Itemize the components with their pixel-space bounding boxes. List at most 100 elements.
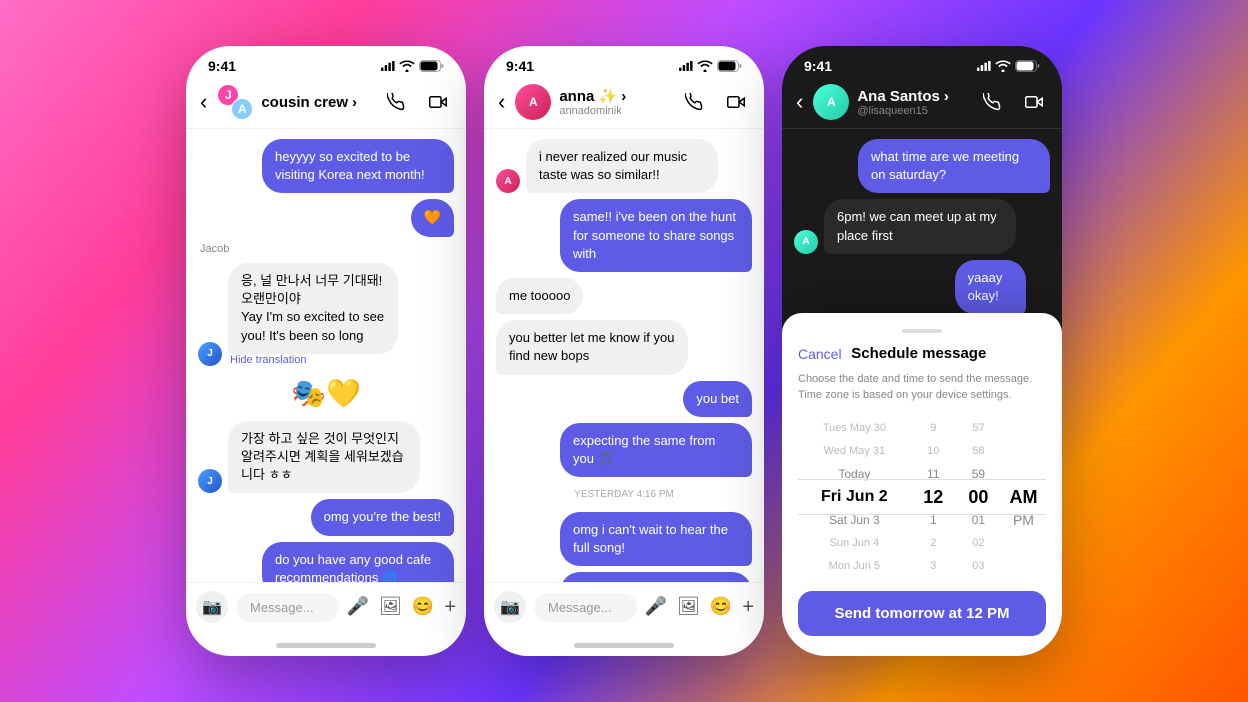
phone-call-button-2[interactable] [680, 88, 708, 116]
msg-row: you better let me know if you find new b… [496, 320, 752, 374]
sticker-icon-2[interactable]: 😊 [710, 596, 732, 619]
message-input-1[interactable]: Message... [236, 593, 339, 622]
add-icon-2[interactable]: + [742, 596, 754, 619]
mic-icon-2[interactable]: 🎤 [645, 596, 667, 619]
message-bubble: do you have any good cafe recommendation… [262, 542, 454, 582]
battery-icon-2 [717, 60, 742, 72]
picker-day-item[interactable]: Today [798, 463, 911, 486]
status-time-1: 9:41 [208, 58, 236, 74]
video-call-button-3[interactable] [1020, 88, 1048, 116]
picker-hour-item[interactable]: 1 [911, 508, 956, 531]
messages-1: heyyyy so excited to be visiting Korea n… [186, 129, 466, 582]
picker-hour-item[interactable]: 11 [911, 463, 956, 486]
status-time-3: 9:41 [804, 58, 832, 74]
send-schedule-button[interactable]: Send tomorrow at 12 PM [798, 591, 1046, 636]
picker-hour-item[interactable]: 2 [911, 531, 956, 554]
status-icons-2 [679, 60, 742, 72]
picker-min-item[interactable]: 59 [956, 463, 1001, 486]
wifi-icon-2 [697, 60, 713, 72]
status-time-2: 9:41 [506, 58, 534, 74]
picker-day-item[interactable]: Sun Jun 4 [798, 531, 911, 554]
avatar: A [794, 230, 818, 254]
picker-day-item[interactable]: Wed May 31 [798, 440, 911, 463]
picker-ampm-item[interactable] [1001, 440, 1046, 463]
wifi-icon-3 [995, 60, 1011, 72]
msg-row: JENNIE and Doechii is so sick [496, 572, 752, 582]
picker-day-item[interactable]: Sat Jun 3 [798, 508, 911, 531]
message-bubble: omg i can't wait to hear the full song! [560, 512, 752, 566]
video-call-button-1[interactable] [424, 88, 452, 116]
modal-description: Choose the date and time to send the mes… [798, 372, 1046, 403]
picker-day-item-selected[interactable]: Fri Jun 2 [798, 486, 911, 509]
header-name-2: anna ✨ › [559, 87, 672, 105]
battery-icon [419, 60, 444, 72]
message-bubble: i never realized our music taste was so … [526, 139, 718, 193]
phone-call-button-1[interactable] [382, 88, 410, 116]
picker-day-item[interactable]: Tues May 30 [798, 417, 911, 440]
picker-ampm-item[interactable] [1001, 554, 1046, 577]
message-bubble: 🎭💛 [289, 372, 363, 415]
picker-col-day[interactable]: Tues May 30 Wed May 31 Today Fri Jun 2 S… [798, 417, 911, 577]
signal-icon [381, 61, 395, 71]
header-actions-1 [382, 88, 452, 116]
picker-min-item[interactable]: 02 [956, 531, 1001, 554]
camera-button-1[interactable]: 📷 [196, 591, 228, 623]
picker-col-ampm[interactable]: AM PM [1001, 417, 1046, 577]
msg-row: 🎭💛 [198, 372, 454, 415]
translate-link[interactable]: Hide translation [228, 354, 454, 366]
phone-1: 9:41 ‹ J A [186, 46, 466, 656]
picker-min-item[interactable]: 01 [956, 508, 1001, 531]
message-bubble: expecting the same from you 🎵 [560, 423, 752, 477]
schedule-modal: Cancel Schedule message Choose the date … [782, 313, 1062, 656]
signal-icon-3 [977, 61, 991, 71]
picker-col-hour[interactable]: 9 10 11 12 1 2 3 [911, 417, 956, 577]
video-call-button-2[interactable] [722, 88, 750, 116]
wifi-icon [399, 60, 415, 72]
picker-ampm-item[interactable] [1001, 417, 1046, 440]
back-button-1[interactable]: ‹ [200, 89, 209, 115]
camera-button-2[interactable]: 📷 [494, 591, 526, 623]
add-icon[interactable]: + [444, 596, 456, 619]
back-button-3[interactable]: ‹ [796, 89, 805, 115]
picker-day-item[interactable]: Mon Jun 5 [798, 554, 911, 577]
sticker-icon[interactable]: 😊 [412, 596, 434, 619]
picker-hour-item-selected[interactable]: 12 [911, 486, 956, 509]
picker-ampm-item[interactable]: PM [1001, 508, 1046, 531]
msg-row: omg i can't wait to hear the full song! [496, 512, 752, 566]
photo-icon-2[interactable]: 🖼 [677, 596, 700, 619]
modal-handle [902, 329, 942, 333]
picker-min-item-selected[interactable]: 00 [956, 486, 1001, 509]
picker-min-item[interactable]: 57 [956, 417, 1001, 440]
message-input-2[interactable]: Message... [534, 593, 637, 622]
msg-row: 🧡 [198, 199, 454, 237]
picker-ampm-item-selected[interactable]: AM [1001, 486, 1046, 509]
messages-2: A i never realized our music taste was s… [484, 129, 764, 582]
status-bar-1: 9:41 [186, 46, 466, 78]
header-name-1: cousin crew › [261, 94, 374, 111]
group-avatar-1: J A [217, 84, 253, 120]
picker-min-item[interactable]: 58 [956, 440, 1001, 463]
picker-min-item[interactable]: 03 [956, 554, 1001, 577]
mic-icon[interactable]: 🎤 [347, 596, 369, 619]
picker-ampm-item[interactable] [1001, 531, 1046, 554]
photo-icon[interactable]: 🖼 [379, 596, 402, 619]
picker-col-min[interactable]: 57 58 59 00 01 02 03 [956, 417, 1001, 577]
msg-row: same!! i've been on the hunt for someone… [496, 199, 752, 272]
picker-hour-item[interactable]: 9 [911, 417, 956, 440]
phone-call-button-3[interactable] [978, 88, 1006, 116]
battery-icon-3 [1015, 60, 1040, 72]
modal-cancel-button[interactable]: Cancel [798, 346, 842, 362]
picker-ampm-item[interactable] [1001, 463, 1046, 486]
signal-icon-2 [679, 61, 693, 71]
message-bubble: omg you're the best! [311, 499, 454, 535]
header-info-3: Ana Santos › @lisaqueen15 [857, 88, 970, 117]
message-bubble: heyyyy so excited to be visiting Korea n… [262, 139, 454, 193]
msg-row: what time are we meeting on saturday? [794, 139, 1050, 193]
back-button-2[interactable]: ‹ [498, 89, 507, 115]
picker-hour-item[interactable]: 10 [911, 440, 956, 463]
time-picker[interactable]: Tues May 30 Wed May 31 Today Fri Jun 2 S… [798, 417, 1046, 577]
header-emoji-1: › [352, 94, 357, 111]
msg-row: A 6pm! we can meet up at my place first [794, 199, 1050, 253]
picker-hour-item[interactable]: 3 [911, 554, 956, 577]
msg-row: A i never realized our music taste was s… [496, 139, 752, 193]
